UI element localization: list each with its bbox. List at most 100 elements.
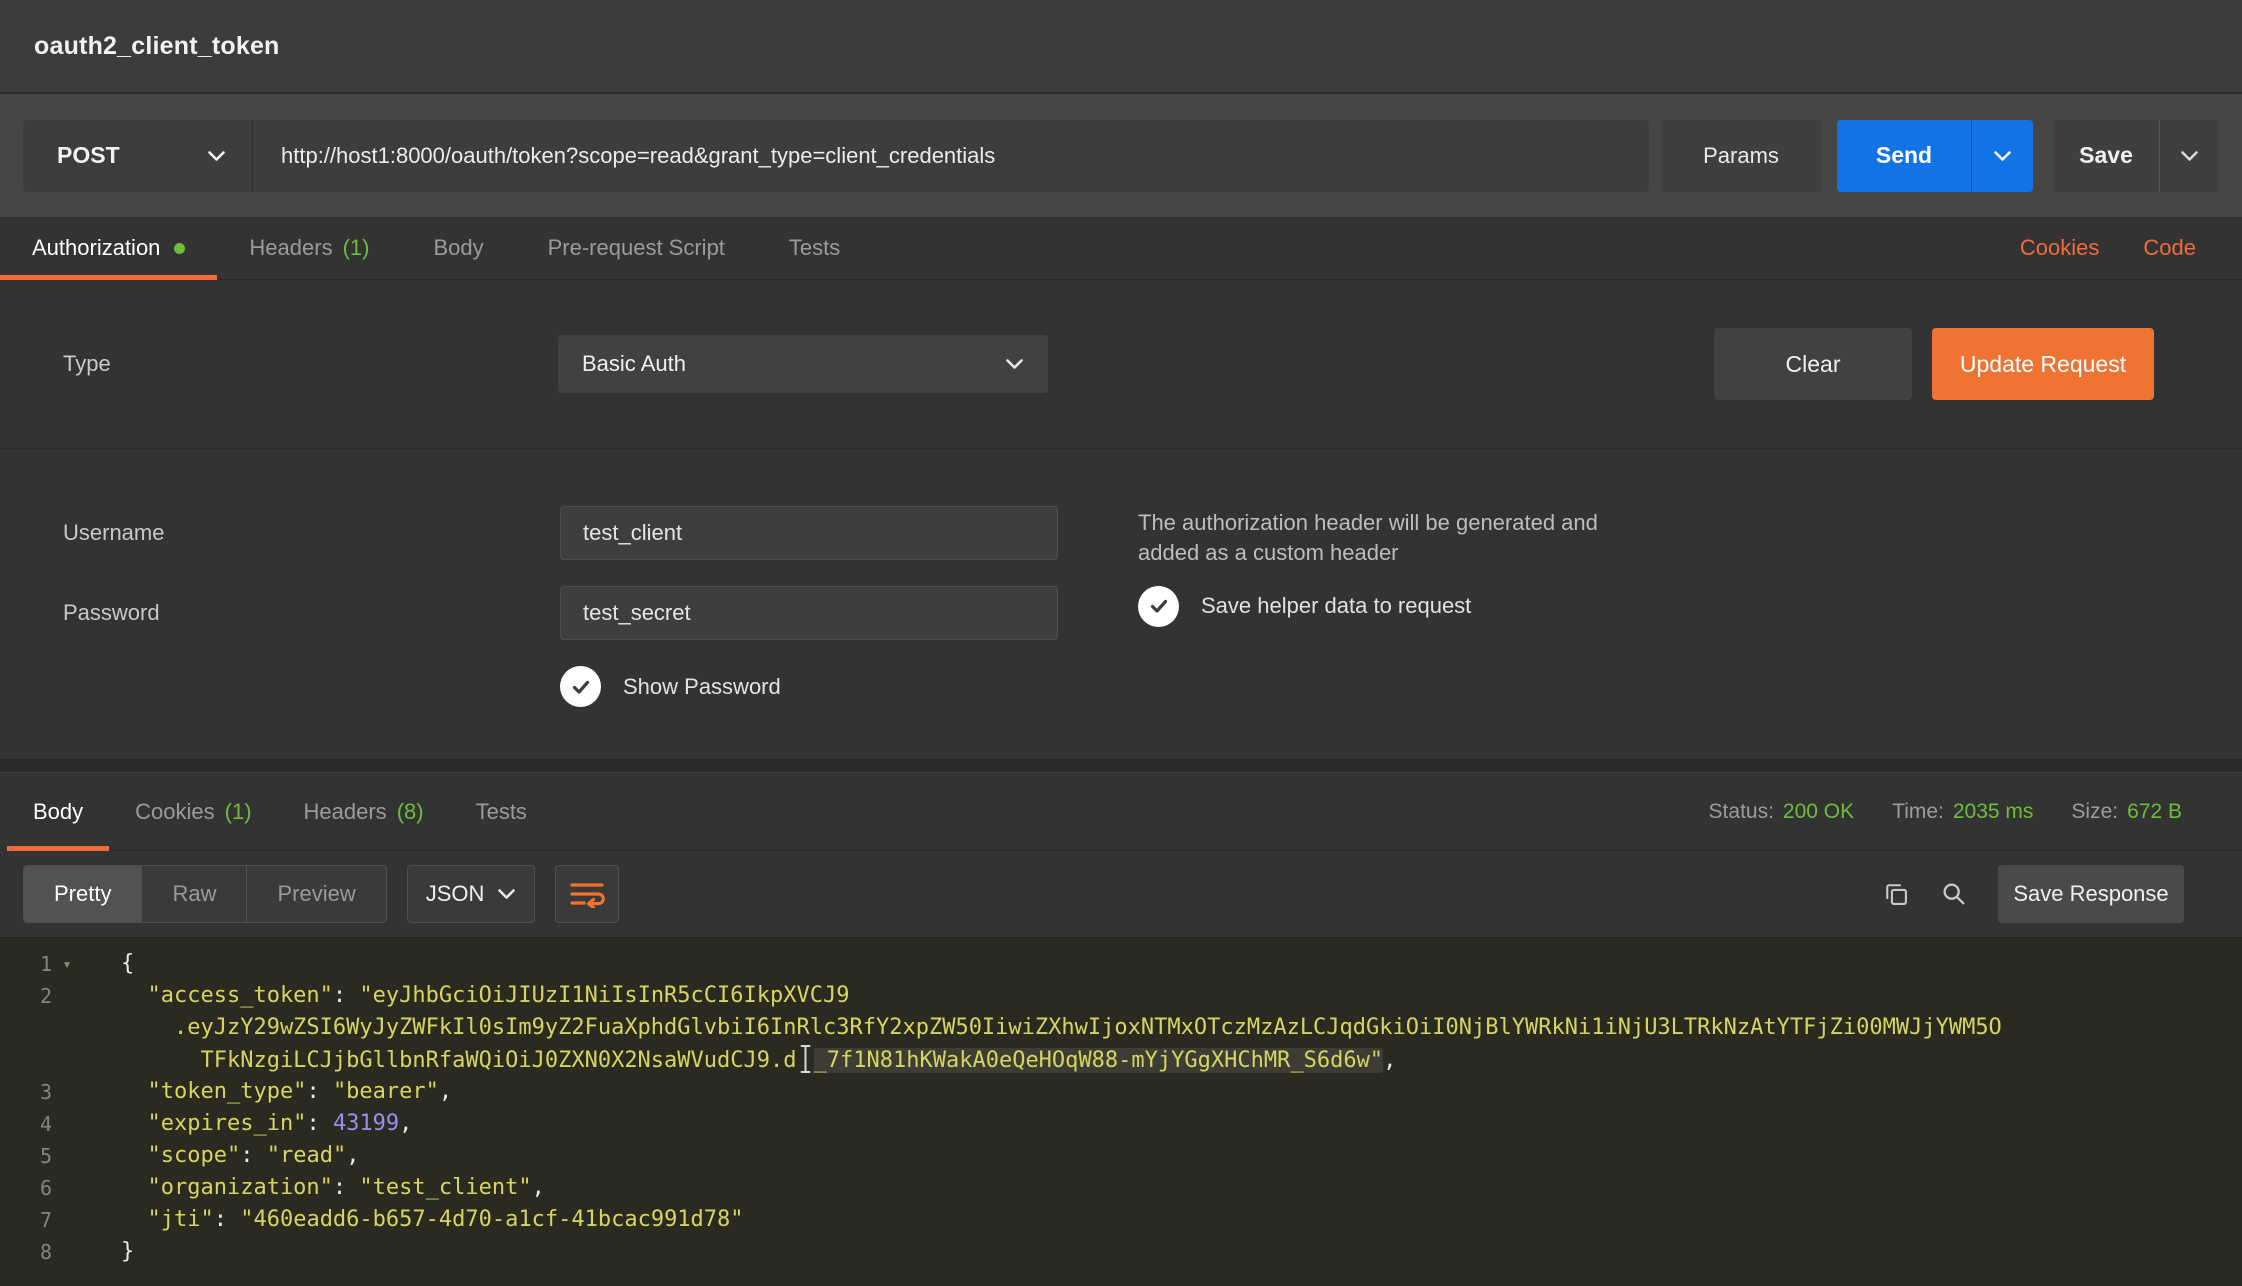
response-format-dropdown[interactable]: JSON [407, 865, 535, 923]
code-line: 3 "token_type": "bearer", [0, 1076, 2242, 1108]
type-label: Type [63, 351, 558, 377]
code-token: : [240, 1143, 267, 1168]
url-input[interactable]: http://host1:8000/oauth/token?scope=read… [253, 120, 1649, 192]
code-token: { [121, 951, 134, 976]
request-tab-title: oauth2_client_token [34, 32, 280, 61]
tab-tests[interactable]: Tests [450, 773, 553, 850]
send-options-button[interactable] [1971, 120, 2033, 192]
view-mode-pretty[interactable]: Pretty [24, 866, 142, 922]
password-input[interactable]: test_secret [560, 586, 1058, 640]
code-token: : [333, 983, 360, 1008]
response-tab-bar: BodyCookies(1)Headers(8)Tests Status:200… [0, 773, 2242, 851]
tab-authorization[interactable]: Authorization [0, 217, 217, 279]
meta-value: 200 OK [1783, 800, 1854, 824]
password-row: Password test_secret [63, 586, 1138, 640]
green-status-dot-icon [174, 243, 185, 254]
tab-headers[interactable]: Headers(1) [217, 217, 401, 279]
request-tab-bar: Authorization Headers(1)BodyPre-request S… [0, 217, 2242, 280]
username-row: Username test_client [63, 506, 1138, 560]
wrap-text-button[interactable] [555, 865, 619, 923]
send-button[interactable]: Send [1837, 120, 1971, 192]
request-builder: POST http://host1:8000/oauth/token?scope… [0, 94, 2242, 217]
show-password-checkbox[interactable] [560, 666, 601, 707]
view-mode-raw[interactable]: Raw [142, 866, 247, 922]
request-tabs: Authorization Headers(1)BodyPre-request S… [0, 217, 872, 279]
gutter-spacer [52, 1076, 82, 1108]
code-link[interactable]: Code [2143, 235, 2196, 261]
code-line: 1▾{ [0, 948, 2242, 980]
save-helper-checkbox[interactable] [1138, 586, 1179, 627]
tab-tests[interactable]: Tests [757, 217, 872, 279]
code-token: , [399, 1111, 412, 1136]
username-input[interactable]: test_client [560, 506, 1058, 560]
postman-window: oauth2_client_token POST http://host1:80… [0, 0, 2242, 1286]
code-token: : [333, 1175, 360, 1200]
view-mode-preview[interactable]: Preview [247, 866, 385, 922]
code-token: TFkNzgiLCJjbGllbnRfaWQiOiJ0ZXN0X2NsaWVud… [121, 1048, 797, 1073]
line-number: 7 [0, 1204, 52, 1236]
code-token: , [346, 1143, 359, 1168]
gutter-spacer [52, 1204, 82, 1236]
credentials-area: Username test_client Password test_secre… [0, 449, 2242, 759]
wrap-text-icon [569, 880, 605, 908]
save-button[interactable]: Save [2053, 120, 2159, 192]
code-token: : [306, 1111, 333, 1136]
send-button-group: Send [1837, 120, 2033, 192]
params-button[interactable]: Params [1661, 120, 1821, 192]
tab-label: Authorization [32, 235, 160, 261]
tab-body[interactable]: Body [7, 773, 109, 850]
code-token: "460eadd6-b657-4d70-a1cf-41bcac991d78" [240, 1207, 743, 1232]
tab-body[interactable]: Body [401, 217, 515, 279]
pane-splitter[interactable] [0, 759, 2242, 773]
copy-response-button[interactable] [1882, 880, 1910, 908]
code-token: "expires_in" [121, 1111, 306, 1136]
line-gutter: 2 [0, 980, 96, 1012]
response-format-value: JSON [426, 881, 485, 907]
code-row: "jti": "460eadd6-b657-4d70-a1cf-41bcac99… [121, 1204, 2242, 1236]
line-number: 4 [0, 1108, 52, 1140]
code-row: { [121, 948, 2242, 980]
response-toolbar-right: Save Response [1882, 865, 2184, 923]
tab-label: Headers [304, 799, 387, 825]
chevron-down-icon [1005, 358, 1024, 370]
tab-label: Cookies [135, 799, 214, 825]
save-button-group: Save [2053, 120, 2219, 192]
save-options-button[interactable] [2159, 120, 2219, 192]
tab-pre-request-script[interactable]: Pre-request Script [516, 217, 757, 279]
fold-arrow-icon[interactable]: ▾ [52, 948, 82, 980]
line-gutter: 7 [0, 1204, 96, 1236]
code-token: "bearer" [333, 1079, 439, 1104]
code-row: "expires_in": 43199, [121, 1108, 2242, 1140]
meta-value: 672 B [2127, 800, 2182, 824]
update-request-button[interactable]: Update Request [1932, 328, 2154, 400]
response-body-editor[interactable]: 1▾{2 "access_token": "eyJhbGciOiJIUzI1Ni… [0, 937, 2242, 1286]
url-text: http://host1:8000/oauth/token?scope=read… [281, 143, 995, 169]
method-dropdown[interactable]: POST [23, 120, 253, 192]
response-time: Time:2035 ms [1892, 800, 2033, 824]
tab-label: Tests [476, 799, 527, 825]
chevron-down-icon [1993, 150, 2012, 162]
auth-type-dropdown[interactable]: Basic Auth [558, 335, 1048, 393]
authorization-panel: Type Basic Auth Clear Update Request Use… [0, 280, 2242, 759]
auth-helper-note: The authorization header will be generat… [1138, 508, 1638, 568]
code-token: .eyJzY29wZSI6WyJyZWFkIl0sIm9yZ2FuaXphdGl… [121, 1015, 2002, 1040]
code-row: TFkNzgiLCJjbGllbnRfaWQiOiJ0ZXN0X2NsaWVud… [121, 1044, 2242, 1076]
save-response-button[interactable]: Save Response [1998, 865, 2184, 923]
code-token: "scope" [121, 1143, 240, 1168]
code-line: 6 "organization": "test_client", [0, 1172, 2242, 1204]
search-response-button[interactable] [1940, 880, 1968, 908]
code-token: "token_type" [121, 1079, 306, 1104]
search-icon [1940, 880, 1968, 908]
gutter-spacer [52, 980, 82, 1012]
line-gutter: 8 [0, 1236, 96, 1268]
line-gutter: 4 [0, 1108, 96, 1140]
clear-button[interactable]: Clear [1714, 328, 1912, 400]
code-token: "organization" [121, 1175, 333, 1200]
tab-cookies[interactable]: Cookies(1) [109, 773, 277, 850]
cookies-link[interactable]: Cookies [2020, 235, 2099, 261]
tab-label: Body [33, 799, 83, 825]
tab-headers[interactable]: Headers(8) [278, 773, 450, 850]
code-token: 43199 [333, 1111, 399, 1136]
password-value: test_secret [583, 600, 691, 626]
response-tabs: Body Cookies(1)Headers(8) Tests [7, 773, 553, 850]
